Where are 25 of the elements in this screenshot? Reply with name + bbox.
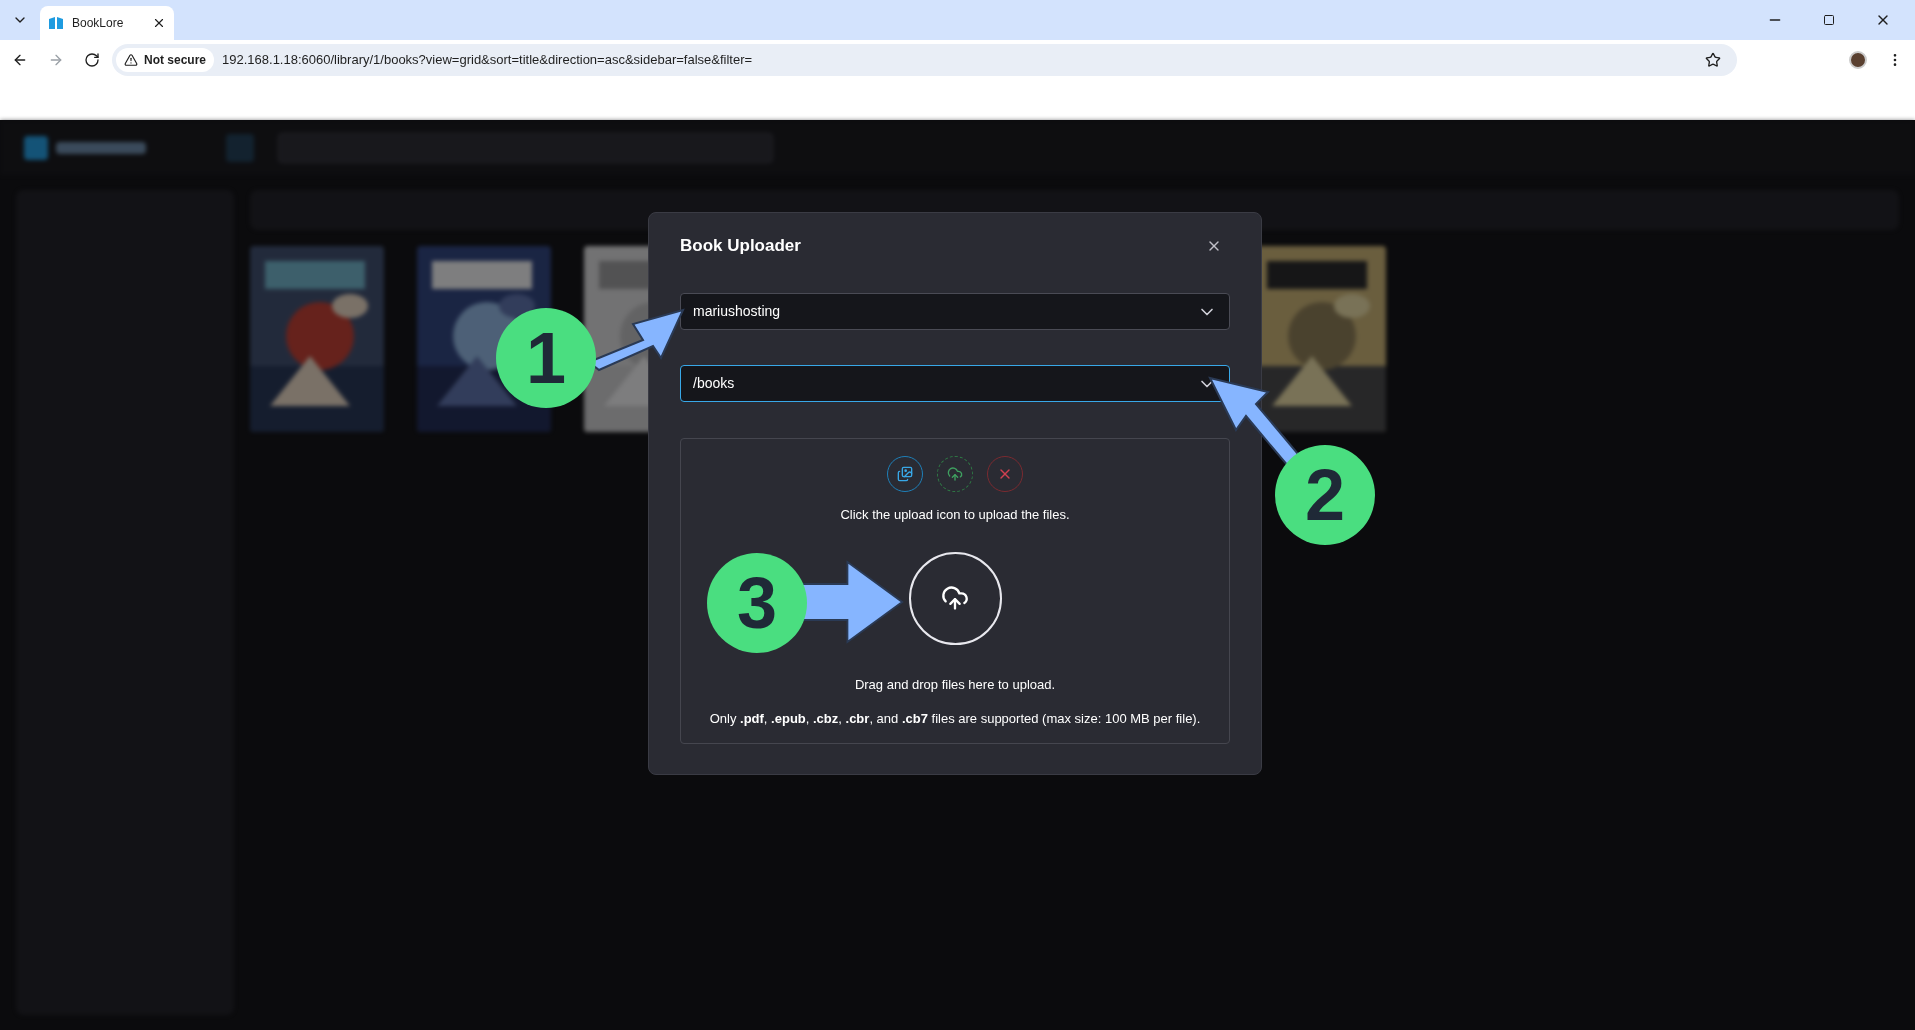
images-icon [897,466,913,482]
tab-title: BookLore [72,15,125,32]
warning-icon [124,53,138,67]
maximize-icon[interactable] [1823,14,1835,26]
back-icon[interactable] [12,52,28,68]
library-select[interactable]: mariushosting [680,293,1230,330]
security-chip[interactable]: Not secure [116,48,215,72]
drag-drop-text: Drag and drop files here to upload. [854,675,1056,694]
supported-formats-text: Only .pdf, .epub, .cbz, .cbr, and .cb7 files are supported (max size: 100 MB per file). [709,710,1201,728]
profile-avatar[interactable] [1849,51,1867,69]
dialog-title: Book Uploader [680,235,801,258]
book-logo-icon [48,15,64,31]
upload-hint: Click the upload icon to upload the files. [840,506,1070,524]
step-number-badge: 2 [1275,445,1375,545]
browser-tab[interactable]: BookLore [40,6,174,40]
cloud-upload-icon [941,584,969,612]
address-field[interactable]: Not secure 192.168.1.18:6060/library/1/books?view=grid&sort=title&direction=asc&sidebar=false&filter= [112,44,1737,76]
bookmark-icon[interactable] [1705,52,1721,68]
upload-circle-button[interactable] [908,551,1002,645]
path-select[interactable]: /books [680,365,1230,402]
cloud-upload-icon [947,466,963,482]
reload-icon[interactable] [84,52,100,68]
step-number-badge: 1 [496,308,596,408]
url-text: 192.168.1.18:6060/library/1/books?view=grid&sort=title&direction=asc&sidebar=false&filter= [222,51,754,70]
close-icon[interactable] [152,16,166,30]
